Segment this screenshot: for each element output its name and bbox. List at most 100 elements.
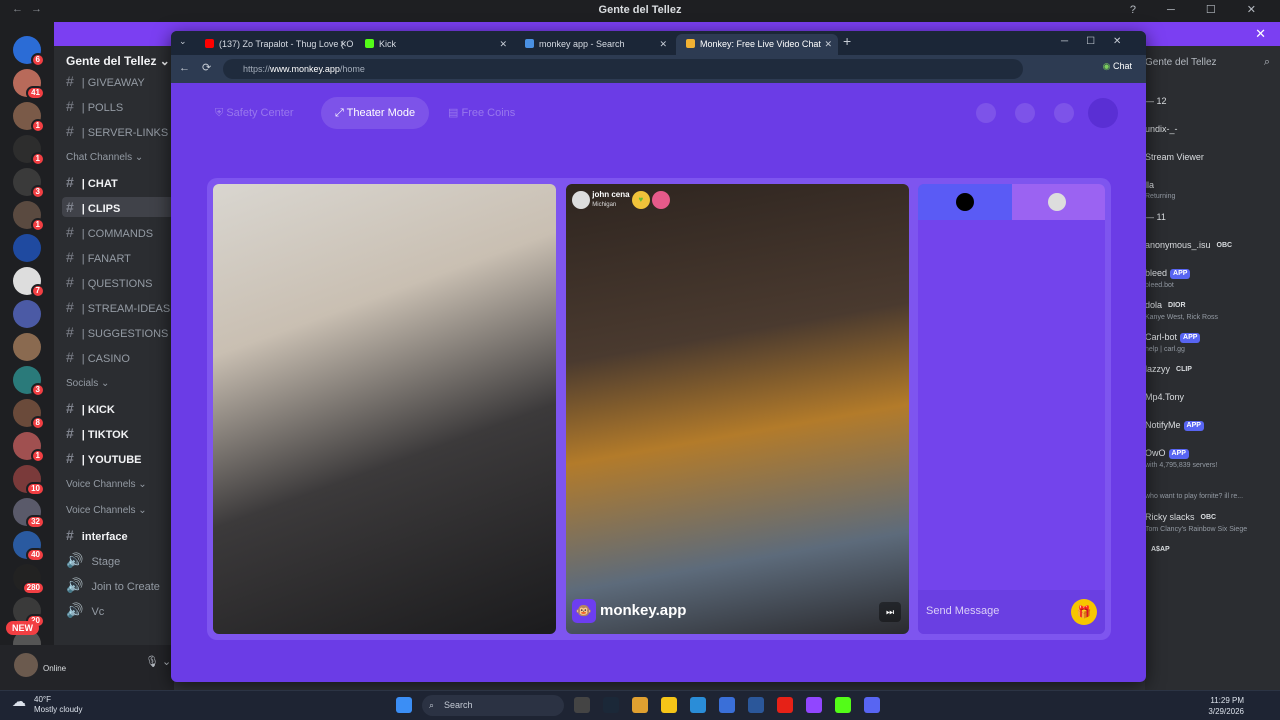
taskbar-app-icon[interactable] [864,697,880,713]
guild-name[interactable]: Gente del Tellez ⌄ [54,54,172,68]
member-item[interactable]: Mp4.Tony [1145,392,1184,402]
close-tab-icon[interactable]: ✕ [659,34,667,55]
send-message-input[interactable]: Send Message [926,605,999,617]
server-icon[interactable]: 1 [13,432,45,463]
taskbar-app-icon[interactable] [661,697,677,713]
channel-item[interactable]: # | TIKTOK [66,423,129,443]
window-controls[interactable]: ? ─ ☐ ✕ [1130,3,1270,16]
voice-channel[interactable]: 🔊 Stage [66,550,120,570]
taskbar-app-icon[interactable] [632,697,648,713]
channel-item[interactable]: # interface [66,525,128,545]
self-avatar[interactable] [956,193,974,211]
skip-button[interactable]: ⏭ [879,602,901,622]
server-icon[interactable]: 41 [13,69,45,100]
voice-channel[interactable]: 🔊 Vc [66,600,104,620]
messages-icon[interactable] [1054,103,1074,123]
member-item[interactable]: lla Returning [1145,180,1175,200]
channel-item[interactable]: # | SUGGESTIONS [66,322,168,342]
browser-window-controls[interactable]: ─☐✕ [1061,36,1139,47]
server-icon[interactable]: 7 [13,267,45,298]
server-icon[interactable]: 8 [13,399,45,430]
member-item[interactable]: lazzyy CLIP [1145,364,1195,375]
browser-tab[interactable]: (137) Zo Trapalot - Thug Love ( Of ✕ [195,34,353,55]
close-banner-icon[interactable]: ✕ [1255,26,1266,42]
member-item[interactable]: Stream Viewer [1145,152,1204,162]
heart-icon[interactable]: ♥ [631,191,650,209]
member-item[interactable]: anonymous_.isu OBC [1145,240,1235,251]
windows-start-icon[interactable] [396,697,412,713]
channel-item[interactable]: # | GIVEAWAY [66,71,145,91]
back-reload-icon[interactable]: ←⟳ [179,61,223,74]
browser-tab[interactable]: monkey app - Search ✕ [515,34,673,55]
friends-icon[interactable] [976,103,996,123]
tab-menu-icon[interactable]: ⌄ [179,36,187,47]
channel-item[interactable]: # | STREAM-IDEAS [66,297,170,317]
server-icon[interactable]: 10 [13,465,45,496]
close-tab-icon[interactable]: ✕ [499,34,507,55]
channel-category[interactable]: Chat Channels ⌄ [66,152,143,163]
partner-profile[interactable]: john cena Michigan ♥ [572,190,671,210]
profile-avatar[interactable] [1088,98,1118,128]
server-icon[interactable]: 1 [13,102,45,133]
server-icon[interactable]: 6 [13,36,45,67]
member-item[interactable]: — 11 [1145,212,1166,222]
channel-item[interactable]: # | SERVER-LINKS [66,121,168,141]
partner-chat-avatar[interactable] [1048,193,1066,211]
url-field[interactable]: https://www.monkey.app/home [223,59,1023,79]
server-icon[interactable]: 1 [13,135,45,166]
channel-item[interactable]: # | QUESTIONS [66,272,153,292]
avatar[interactable] [14,653,38,677]
member-item[interactable]: — 12 [1145,96,1167,106]
clock[interactable]: 11:29 PM 3/29/2026 [1208,695,1244,717]
taskbar-search[interactable]: ⌕ Search [422,695,564,716]
taskbar-app-icon[interactable] [748,697,764,713]
server-icon[interactable] [13,234,41,262]
channel-item[interactable]: # | POLLS [66,96,123,116]
channel-item[interactable]: # | CLIPS [62,197,174,217]
member-item[interactable]: Carl-bot APP help | carl.gg [1145,332,1201,353]
member-item[interactable]: A$AP [1145,544,1173,555]
weather-widget[interactable]: ☁ 40°F Mostly cloudy [12,694,82,715]
voice-channel[interactable]: 🔊 Join to Create [66,575,160,595]
channel-item[interactable]: # | FANART [66,247,131,267]
channel-item[interactable]: # | KICK [66,398,115,418]
taskbar-app-icon[interactable] [603,697,619,713]
new-badge[interactable]: NEW [6,621,39,635]
taskbar-app-icon[interactable] [806,697,822,713]
member-item[interactable]: dola DIOR Kanye West, Rick Ross [1145,300,1218,321]
member-item[interactable]: OwO APP with 4,795,839 servers! [1145,448,1217,469]
member-item[interactable]: undix-_- [1145,124,1178,134]
browser-tab[interactable]: Monkey: Free Live Video Chat ✕ [676,34,838,55]
server-icon[interactable]: 1 [13,201,45,232]
channel-category[interactable]: Socials ⌄ [66,378,109,389]
channel-category[interactable]: Voice Channels ⌄ [66,505,147,516]
taskbar-app-icon[interactable] [777,697,793,713]
mic-icon[interactable]: 🎙 ⌄ [145,655,171,668]
server-icon[interactable]: 32 [13,498,45,529]
taskbar-app-icon[interactable] [690,697,706,713]
channel-category[interactable]: Voice Channels ⌄ [66,479,147,490]
member-item[interactable]: NotifyMe APP [1145,420,1204,431]
badge-icon[interactable] [652,191,671,209]
gift-icon[interactable]: 🎁 [1071,599,1097,625]
server-icon[interactable] [13,300,41,328]
member-item[interactable]: bleed APP bleed.bot [1145,268,1191,289]
copilot-chat-button[interactable]: ◉ Chat [1103,61,1132,72]
server-icon[interactable]: 3 [13,366,45,397]
member-item[interactable]: who want to play fornite? ill re... [1145,480,1243,500]
safety-center-button[interactable]: ⛨ Safety Center [201,97,308,129]
taskbar-app-icon[interactable] [719,697,735,713]
server-icon[interactable] [13,333,41,361]
new-tab-icon[interactable]: + [843,33,851,49]
member-item[interactable]: Ricky slacks OBC Tom Clancy's Rainbow Six … [1145,512,1247,533]
close-tab-icon[interactable]: ✕ [339,34,347,55]
browser-tab[interactable]: Kick ✕ [355,34,513,55]
server-icon[interactable]: 40 [13,531,45,562]
channel-item[interactable]: # | CHAT [66,172,118,192]
channel-item[interactable]: # | YOUTUBE [66,448,142,468]
channel-item[interactable]: # | COMMANDS [66,222,153,242]
taskbar-app-icon[interactable] [835,697,851,713]
close-tab-icon[interactable]: ✕ [824,34,832,55]
server-icon[interactable]: 280 [13,564,45,595]
free-coins-button[interactable]: ▤ Free Coins [434,97,529,129]
